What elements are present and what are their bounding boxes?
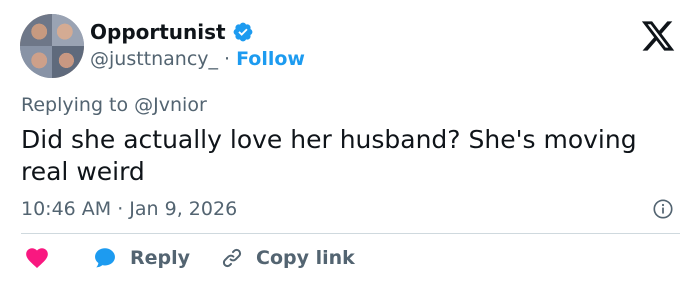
like-button[interactable] xyxy=(24,245,50,271)
reply-bubble-icon xyxy=(95,248,115,268)
link-icon xyxy=(222,248,242,268)
x-logo-icon[interactable] xyxy=(638,18,678,54)
verified-badge-icon xyxy=(233,22,253,42)
replying-to: Replying to @Jvnior xyxy=(21,93,207,117)
copy-link-label: Copy link xyxy=(256,247,355,269)
separator-dot: · xyxy=(224,48,231,70)
author-handle[interactable]: @justtnancy_ xyxy=(90,47,218,71)
heart-icon xyxy=(26,248,48,268)
author-name[interactable]: Opportunist xyxy=(90,20,226,44)
divider xyxy=(21,233,680,234)
copy-link-button[interactable]: Copy link xyxy=(220,246,355,270)
reply-button[interactable]: Reply xyxy=(92,245,190,271)
replying-prefix: Replying to xyxy=(21,94,129,116)
author-handle-row: @justtnancy_ · Follow xyxy=(90,47,305,71)
follow-button[interactable]: Follow xyxy=(236,47,305,71)
reply-label: Reply xyxy=(130,247,191,269)
author-name-row[interactable]: Opportunist xyxy=(90,20,254,44)
tweet-text: Did she actually love her husband? She's… xyxy=(21,125,637,186)
tweet-timestamp[interactable]: 10:46 AM · Jan 9, 2026 xyxy=(21,197,237,221)
replying-mention[interactable]: @Jvnior xyxy=(134,94,207,116)
action-bar: Reply Copy link xyxy=(24,245,355,271)
info-icon[interactable] xyxy=(652,198,674,220)
author-avatar[interactable] xyxy=(20,14,84,78)
